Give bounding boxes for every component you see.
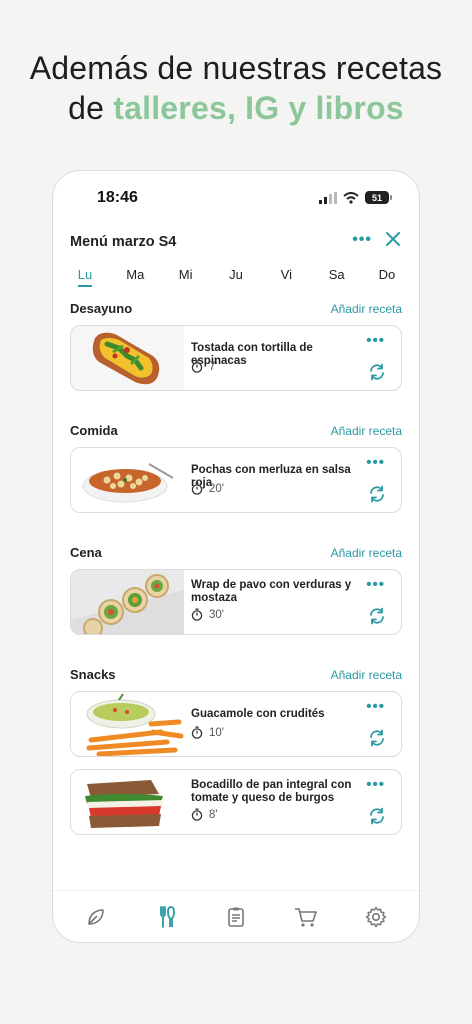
day-label: Ma [126,267,145,282]
section-title: Cena [70,545,102,560]
recipe-card[interactable]: Guacamole con crudités 10' ••• [70,691,402,757]
swap-recipe-icon[interactable] [367,728,387,748]
section-title: Desayuno [70,301,133,316]
recipe-title: Guacamole con crudités [191,708,325,720]
recipe-more-icon[interactable]: ••• [366,698,385,715]
recipe-thumbnail [71,770,184,834]
clipboard-icon [228,907,244,927]
recipe-time: 7' [191,360,218,373]
tab-home[interactable] [76,901,116,933]
timer-icon [191,482,203,495]
recipe-thumbnail [71,326,184,390]
recipe-time: 10' [191,726,224,739]
swap-recipe-icon[interactable] [367,362,387,382]
recipe-card[interactable]: Wrap de pavo con verduras y mostaza 30' ••… [70,569,402,635]
tab-menu[interactable] [146,901,186,933]
recipe-image [71,326,184,390]
recipe-time: 30' [191,608,224,621]
day-label: Sa [328,267,345,282]
day-tab-do[interactable]: Do [365,267,409,286]
recipe-image [71,770,184,834]
day-tab-sa[interactable]: Sa [315,267,359,286]
swap-recipe-icon[interactable] [367,484,387,504]
recipe-time: 8' [191,808,218,821]
signal-icon [319,191,337,204]
wifi-icon [343,191,359,204]
swap-recipe-icon[interactable] [367,606,387,626]
close-icon[interactable] [384,230,402,248]
recipe-title: Wrap de pavo con verduras y mostaza [191,579,352,604]
recipe-time-value: 7' [209,360,218,373]
add-recipe-link[interactable]: Añadir receta [331,302,402,316]
recipe-image [71,692,184,756]
cart-icon [295,907,317,927]
recipe-more-icon[interactable]: ••• [366,776,385,793]
timer-icon [191,726,203,739]
status-bar: 18:46 51 [53,189,419,213]
recipe-more-icon[interactable]: ••• [366,332,385,349]
phone-frame: 18:46 51 Menú marzo S4 ••• Lu Ma Mi Ju Vi Sa D… [52,170,420,943]
recipe-thumbnail [71,570,184,634]
add-recipe-link[interactable]: Añadir receta [331,546,402,560]
menu-title: Menú marzo S4 [70,234,177,250]
day-label: Ju [229,267,243,282]
recipe-thumbnail [71,692,184,756]
day-label: Do [378,267,396,282]
headline-prefix: de [68,90,114,126]
recipe-time-value: 8' [209,808,218,821]
recipe-title: Bocadillo de pan integral con tomate y q… [191,779,352,804]
recipe-time-value: 30' [209,608,224,621]
tab-cart[interactable] [286,901,326,933]
add-recipe-link[interactable]: Añadir receta [331,668,402,682]
recipe-time: 20' [191,482,224,495]
menu-header: Menú marzo S4 ••• [70,231,402,253]
day-tab-ma[interactable]: Ma [113,267,157,286]
day-selector: Lu Ma Mi Ju Vi Sa Do [63,267,409,287]
headline-line-1: Además de nuestras recetas [29,50,443,86]
tab-list[interactable] [216,901,256,933]
day-label: Mi [178,267,193,282]
gear-icon [365,906,387,927]
recipe-image [71,570,184,634]
promo-headline: Además de nuestras recetas de talleres, … [0,48,472,128]
recipe-time-value: 20' [209,482,224,495]
day-tab-ju[interactable]: Ju [214,267,258,286]
tab-settings[interactable] [356,901,396,933]
day-label: Vi [280,267,292,282]
day-tab-mi[interactable]: Mi [164,267,208,286]
recipe-card[interactable]: Pochas con merluza en salsa roja 20' ••• [70,447,402,513]
recipe-time-value: 10' [209,726,224,739]
cutlery-icon [160,905,175,928]
recipe-card[interactable]: Bocadillo de pan integral con tomate y q… [70,769,402,835]
headline-accent: talleres, IG y libros [113,90,404,126]
tab-bar [53,890,419,942]
swap-recipe-icon[interactable] [367,806,387,826]
recipe-more-icon[interactable]: ••• [366,454,385,471]
recipe-image [71,448,184,512]
battery-icon: 51 [365,191,392,204]
more-options-icon[interactable]: ••• [352,231,372,249]
section-title: Snacks [70,667,116,682]
timer-icon [191,360,203,373]
timer-icon [191,808,203,821]
day-label: Lu [77,267,93,287]
day-tab-lu[interactable]: Lu [63,267,107,287]
leaf-icon [88,908,104,925]
recipe-more-icon[interactable]: ••• [366,576,385,593]
add-recipe-link[interactable]: Añadir receta [331,424,402,438]
day-tab-vi[interactable]: Vi [264,267,308,286]
status-time: 18:46 [97,189,138,206]
section-title: Comida [70,423,118,438]
recipe-card[interactable]: Tostada con tortilla de espinacas 7' ••• [70,325,402,391]
headline-line-2: de talleres, IG y libros [0,88,472,128]
recipe-thumbnail [71,448,184,512]
timer-icon [191,608,203,621]
